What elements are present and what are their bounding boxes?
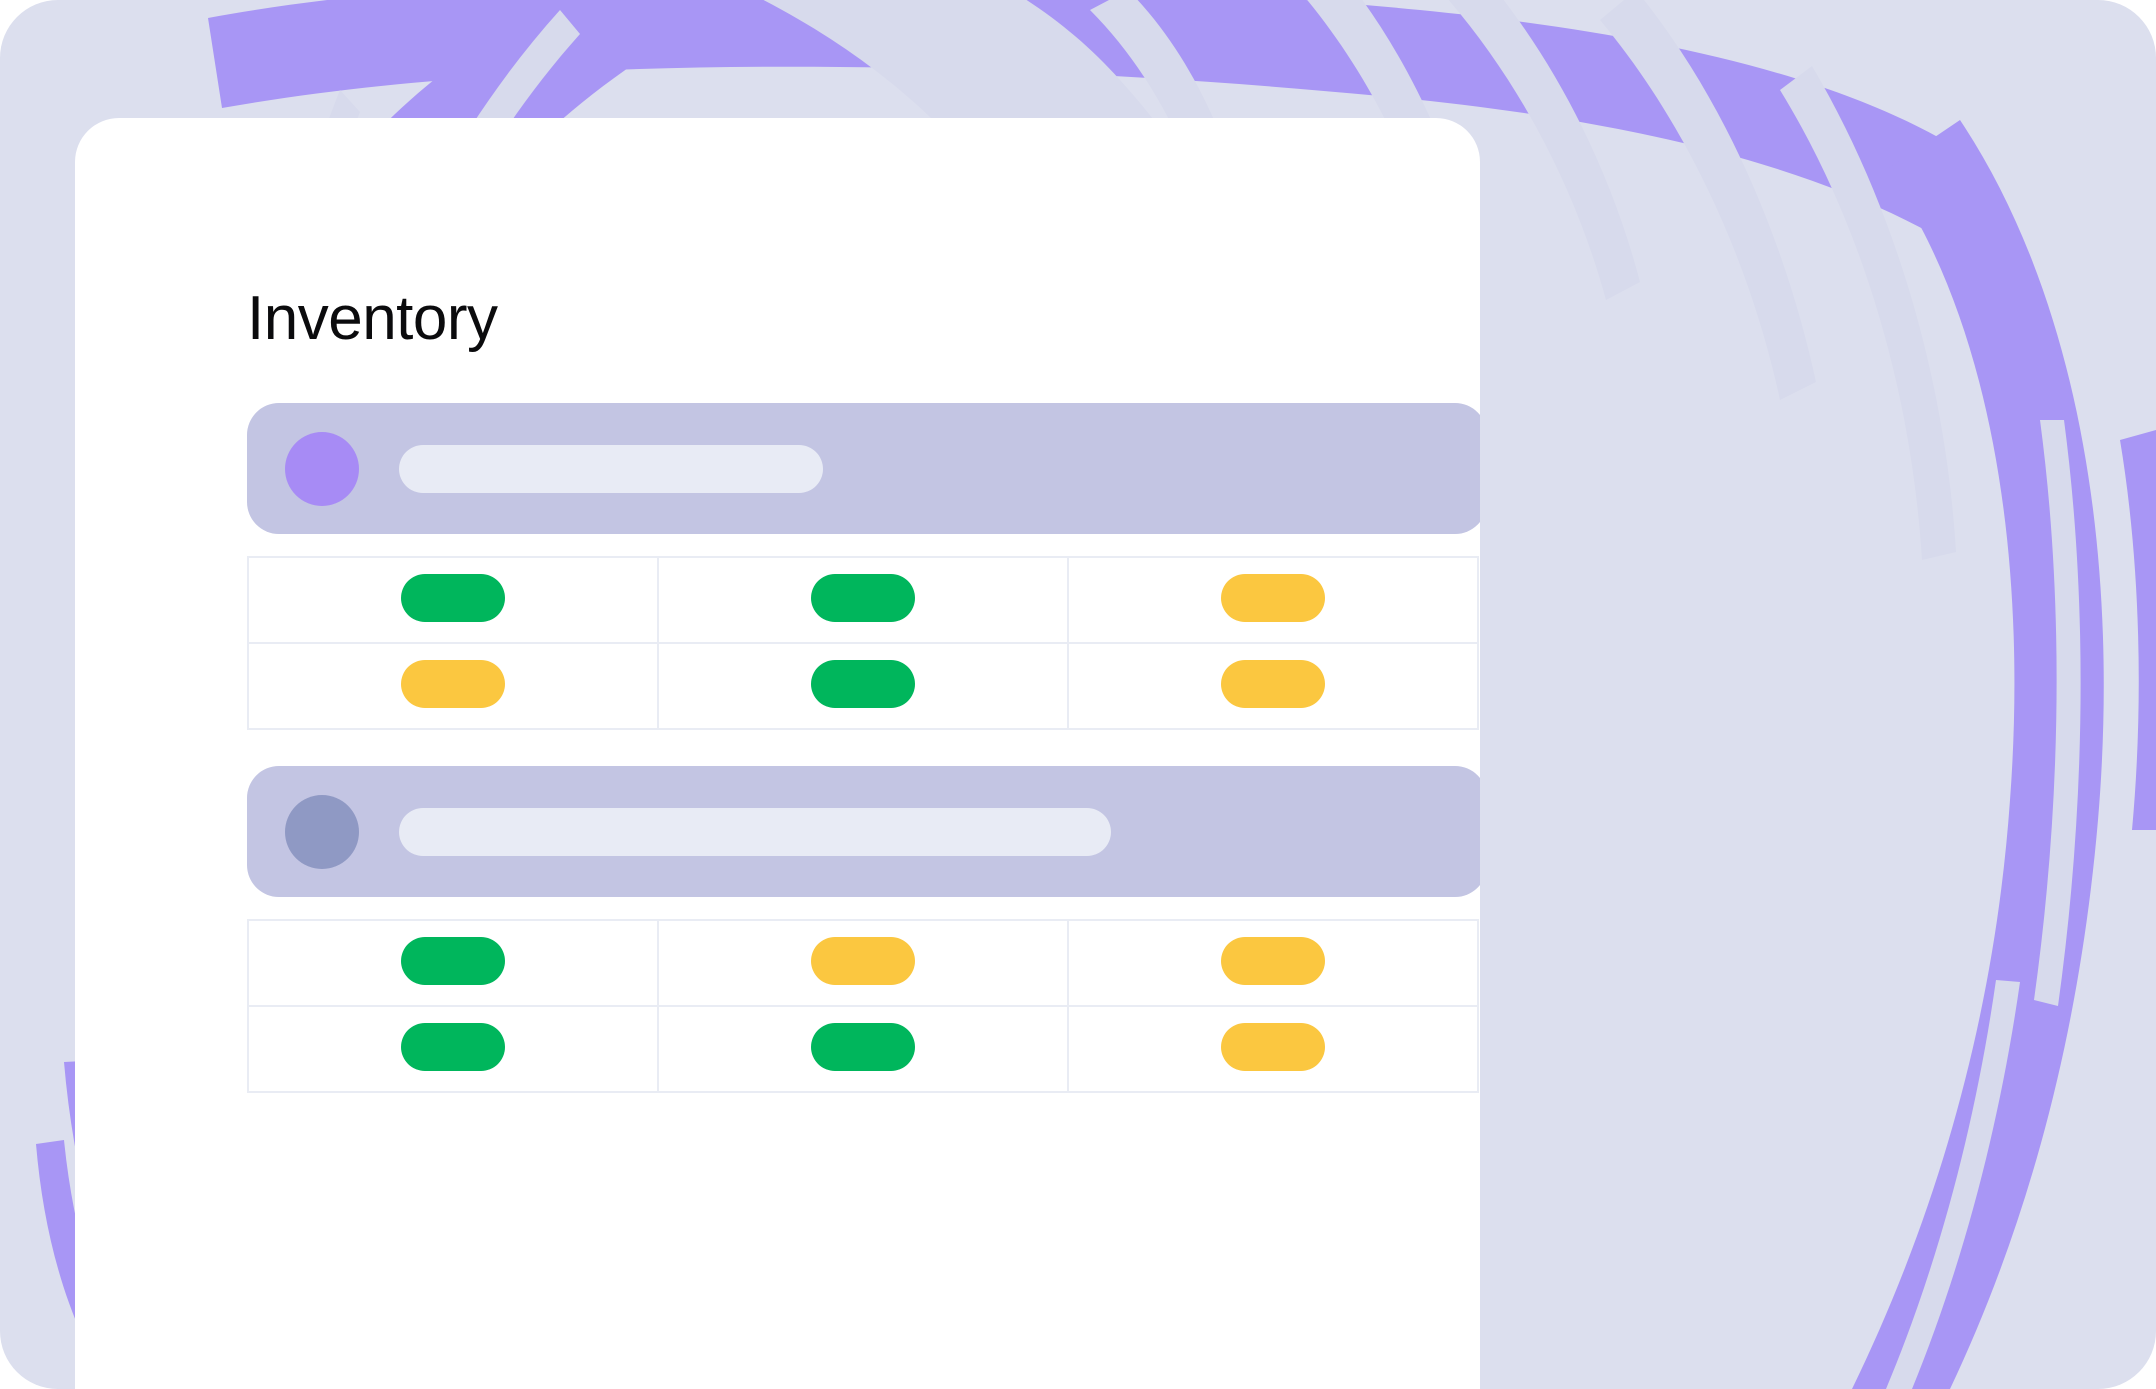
illustration-stage: Inventory bbox=[0, 0, 2156, 1389]
status-badge bbox=[1221, 659, 1325, 708]
status-badge bbox=[811, 573, 915, 622]
table-cell[interactable] bbox=[1067, 919, 1479, 1007]
brush-highlight-streak-4 bbox=[1600, 0, 1816, 400]
status-table-1 bbox=[247, 556, 1479, 730]
status-badge bbox=[811, 936, 915, 985]
table-cell[interactable] bbox=[247, 1005, 659, 1093]
table-cell[interactable] bbox=[1067, 556, 1479, 644]
status-badge bbox=[401, 936, 505, 985]
inventory-section-1 bbox=[247, 403, 1480, 730]
avatar bbox=[285, 794, 359, 869]
inventory-section-2 bbox=[247, 766, 1480, 1093]
title-placeholder-bar bbox=[399, 444, 823, 493]
table-cell[interactable] bbox=[657, 1005, 1069, 1093]
status-badge bbox=[811, 659, 915, 708]
status-badge bbox=[1221, 936, 1325, 985]
table-cell[interactable] bbox=[657, 556, 1069, 644]
table-cell[interactable] bbox=[247, 556, 659, 644]
brush-stroke-right bbox=[1852, 120, 2104, 1389]
table-row[interactable] bbox=[247, 919, 1479, 1007]
table-row[interactable] bbox=[247, 642, 1479, 730]
table-row[interactable] bbox=[247, 556, 1479, 644]
table-cell[interactable] bbox=[247, 919, 659, 1007]
section-header-2[interactable] bbox=[247, 766, 1480, 897]
brush-highlight-streak-5 bbox=[1780, 66, 1956, 560]
status-badge bbox=[401, 659, 505, 708]
canvas-background: Inventory bbox=[0, 0, 2156, 1389]
status-badge bbox=[401, 1022, 505, 1071]
title-placeholder-bar bbox=[399, 807, 1111, 856]
status-badge bbox=[811, 1022, 915, 1071]
table-cell[interactable] bbox=[1067, 1005, 1479, 1093]
app-card: Inventory bbox=[75, 118, 1480, 1389]
status-badge bbox=[1221, 1022, 1325, 1071]
page-title: Inventory bbox=[247, 284, 498, 353]
brush-fleck-right bbox=[2120, 430, 2156, 830]
avatar bbox=[285, 431, 359, 506]
status-badge bbox=[401, 573, 505, 622]
table-cell[interactable] bbox=[247, 642, 659, 730]
table-cell[interactable] bbox=[1067, 642, 1479, 730]
status-badge bbox=[1221, 573, 1325, 622]
table-row[interactable] bbox=[247, 1005, 1479, 1093]
brush-streak-right-2 bbox=[1886, 980, 2020, 1389]
brush-streak-right-1 bbox=[2034, 420, 2081, 1006]
table-cell[interactable] bbox=[657, 919, 1069, 1007]
status-table-2 bbox=[247, 919, 1479, 1093]
section-header-1[interactable] bbox=[247, 403, 1480, 534]
table-cell[interactable] bbox=[657, 642, 1069, 730]
